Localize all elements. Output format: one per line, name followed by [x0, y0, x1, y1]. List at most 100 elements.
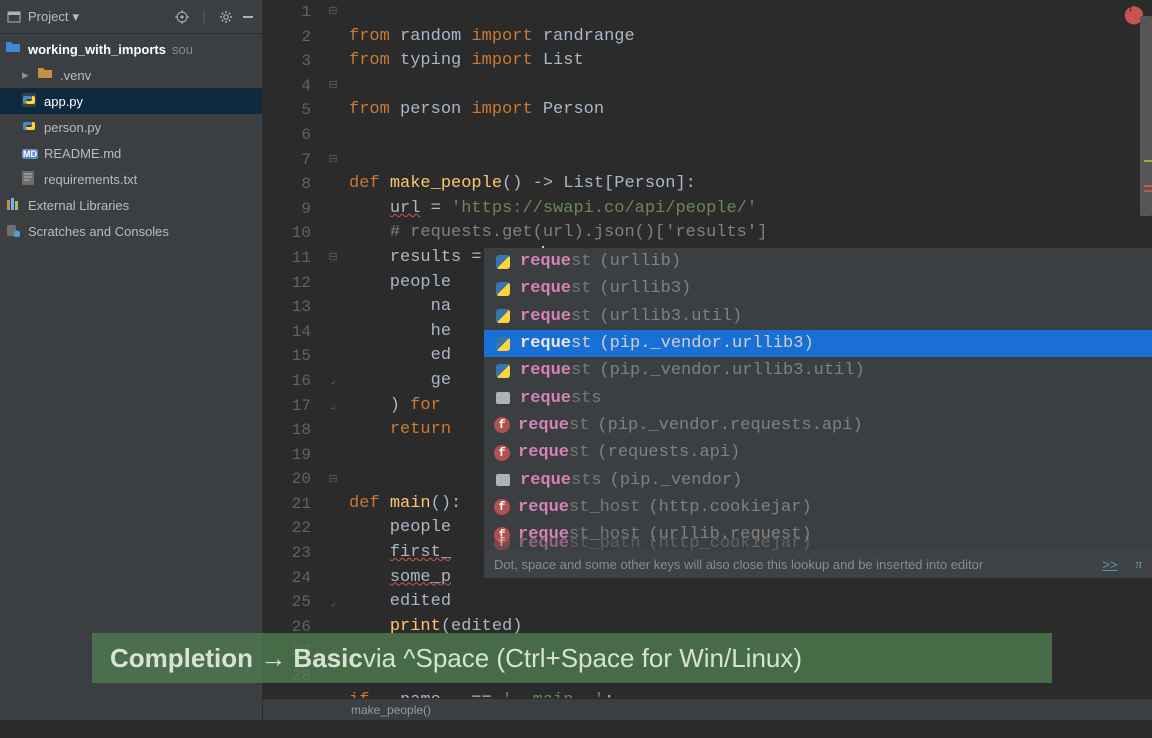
tree-extra-Scratches-and-Consoles[interactable]: Scratches and Consoles	[0, 218, 262, 244]
gear-icon[interactable]	[218, 9, 234, 25]
code-frag: ed	[349, 346, 451, 365]
fold-marker[interactable]	[327, 74, 339, 99]
completion-item[interactable]: request_path (http_cookiejar)	[484, 536, 1152, 550]
code-frag: people	[349, 518, 451, 537]
markdown-file-icon: MD	[22, 145, 38, 161]
line-number: 20	[263, 467, 311, 492]
completion-item[interactable]: requests (pip._vendor)	[484, 466, 1152, 493]
completion-text: requests	[520, 389, 602, 408]
line-number: 5	[263, 98, 311, 123]
line-number: 25	[263, 590, 311, 615]
completion-item[interactable]: request_host (http.cookiejar)	[484, 494, 1152, 521]
fn-name: make_people	[390, 174, 502, 193]
tree-extra-External-Libraries[interactable]: External Libraries	[0, 192, 262, 218]
completion-hint-bar: Dot, space and some other keys will also…	[484, 550, 1152, 578]
pi-icon[interactable]: π	[1135, 556, 1142, 572]
python-file-icon	[22, 93, 38, 109]
completion-item[interactable]: request (pip._vendor.urllib3.util)	[484, 357, 1152, 384]
completion-text: request	[520, 334, 591, 353]
project-tool-window: Project ▾ working_with_imports sou ▸ .ven…	[0, 0, 263, 720]
python-file-icon	[22, 119, 38, 135]
line-number: 11	[263, 246, 311, 271]
completion-item[interactable]: request (pip._vendor.urllib3)	[484, 330, 1152, 357]
hide-icon[interactable]	[240, 9, 256, 25]
folder-icon	[494, 389, 512, 407]
code-frag: edited	[349, 592, 451, 611]
ident-url: url	[390, 199, 421, 218]
line-number: 18	[263, 418, 311, 443]
line-number: 12	[263, 271, 311, 296]
sig: () -> List[Person]:	[502, 174, 696, 193]
text-file-icon	[22, 171, 38, 187]
line-number: 1	[263, 0, 311, 25]
expand-icon[interactable]: ▸	[22, 67, 32, 83]
error-stripe[interactable]	[1144, 190, 1152, 192]
folder-icon	[6, 41, 22, 57]
chevron-down-icon: ▾	[72, 9, 79, 25]
tree-item-label: person.py	[44, 120, 101, 135]
target-icon[interactable]	[174, 9, 190, 25]
project-toolbar: Project ▾	[0, 0, 262, 34]
fn-name: main	[390, 494, 431, 513]
divider-icon	[196, 9, 212, 25]
fold-marker[interactable]	[327, 0, 339, 25]
completion-item[interactable]: request (pip._vendor.requests.api)	[484, 412, 1152, 439]
kw-from: from	[349, 100, 390, 119]
tree-item-requirements-txt[interactable]: requirements.txt	[0, 166, 262, 192]
fold-end	[327, 394, 339, 419]
completion-hint: (pip._vendor.urllib3)	[599, 334, 813, 353]
breadcrumb-item[interactable]: make_people()	[351, 703, 431, 717]
external-libraries-icon	[6, 197, 22, 213]
sig: ():	[431, 494, 462, 513]
completion-item[interactable]: request (requests.api)	[484, 439, 1152, 466]
line-number: 6	[263, 123, 311, 148]
line-number: 23	[263, 541, 311, 566]
line-number: 22	[263, 516, 311, 541]
fold-marker[interactable]	[327, 246, 339, 271]
line-number: 4	[263, 74, 311, 99]
function-icon	[494, 445, 510, 461]
line-number: 16	[263, 369, 311, 394]
fold-marker[interactable]	[327, 148, 339, 173]
completion-item[interactable]: request (urllib)	[484, 248, 1152, 275]
warning-stripe[interactable]	[1144, 160, 1152, 162]
tree-item-README-md[interactable]: MDREADME.md	[0, 140, 262, 166]
tree-item-label: .venv	[60, 68, 91, 83]
python-icon	[494, 280, 512, 298]
completion-item[interactable]: request (urllib3)	[484, 275, 1152, 302]
comment: # requests.get(url).json()['results']	[390, 223, 767, 242]
line-number: 19	[263, 443, 311, 468]
tree-item--venv[interactable]: ▸ .venv	[0, 62, 262, 88]
tree-item-app-py[interactable]: app.py	[0, 88, 262, 114]
fold-marker[interactable]	[327, 468, 339, 493]
completion-hint-text: Dot, space and some other keys will also…	[494, 557, 983, 572]
completion-popup[interactable]: request (urllib)request (urllib3)request…	[484, 248, 1152, 578]
kw-import: import	[471, 51, 532, 70]
completion-item[interactable]: request (urllib3.util)	[484, 303, 1152, 330]
code-prefix: results =	[349, 248, 492, 267]
fold-end	[327, 591, 339, 616]
ws	[349, 543, 390, 562]
completion-hint-link[interactable]: >>	[1102, 557, 1117, 572]
fold-strip	[325, 0, 349, 720]
completion-item[interactable]: requests	[484, 384, 1152, 411]
tip-rest: via ^Space (Ctrl+Space for Win/Linux)	[363, 643, 802, 674]
line-number: 3	[263, 49, 311, 74]
tree-item-person-py[interactable]: person.py	[0, 114, 262, 140]
ws	[349, 223, 390, 242]
completion-hint: (urllib3)	[599, 279, 691, 298]
line-number: 15	[263, 344, 311, 369]
line-number: 17	[263, 394, 311, 419]
completion-hint: (pip._vendor.urllib3.util)	[599, 361, 864, 380]
ident: some_p	[390, 568, 451, 587]
error-stripe[interactable]	[1144, 185, 1152, 187]
project-view-title[interactable]: Project ▾	[28, 9, 79, 25]
project-tree[interactable]: working_with_imports sou ▸ .venv app.py per…	[0, 34, 262, 244]
kw-return: return	[390, 420, 451, 439]
completion-hint: (urllib)	[599, 252, 681, 271]
project-root[interactable]: working_with_imports sou	[0, 36, 262, 62]
line-number: 10	[263, 221, 311, 246]
line-number: 7	[263, 148, 311, 173]
kw-def: def	[349, 174, 390, 193]
python-icon	[494, 253, 512, 271]
